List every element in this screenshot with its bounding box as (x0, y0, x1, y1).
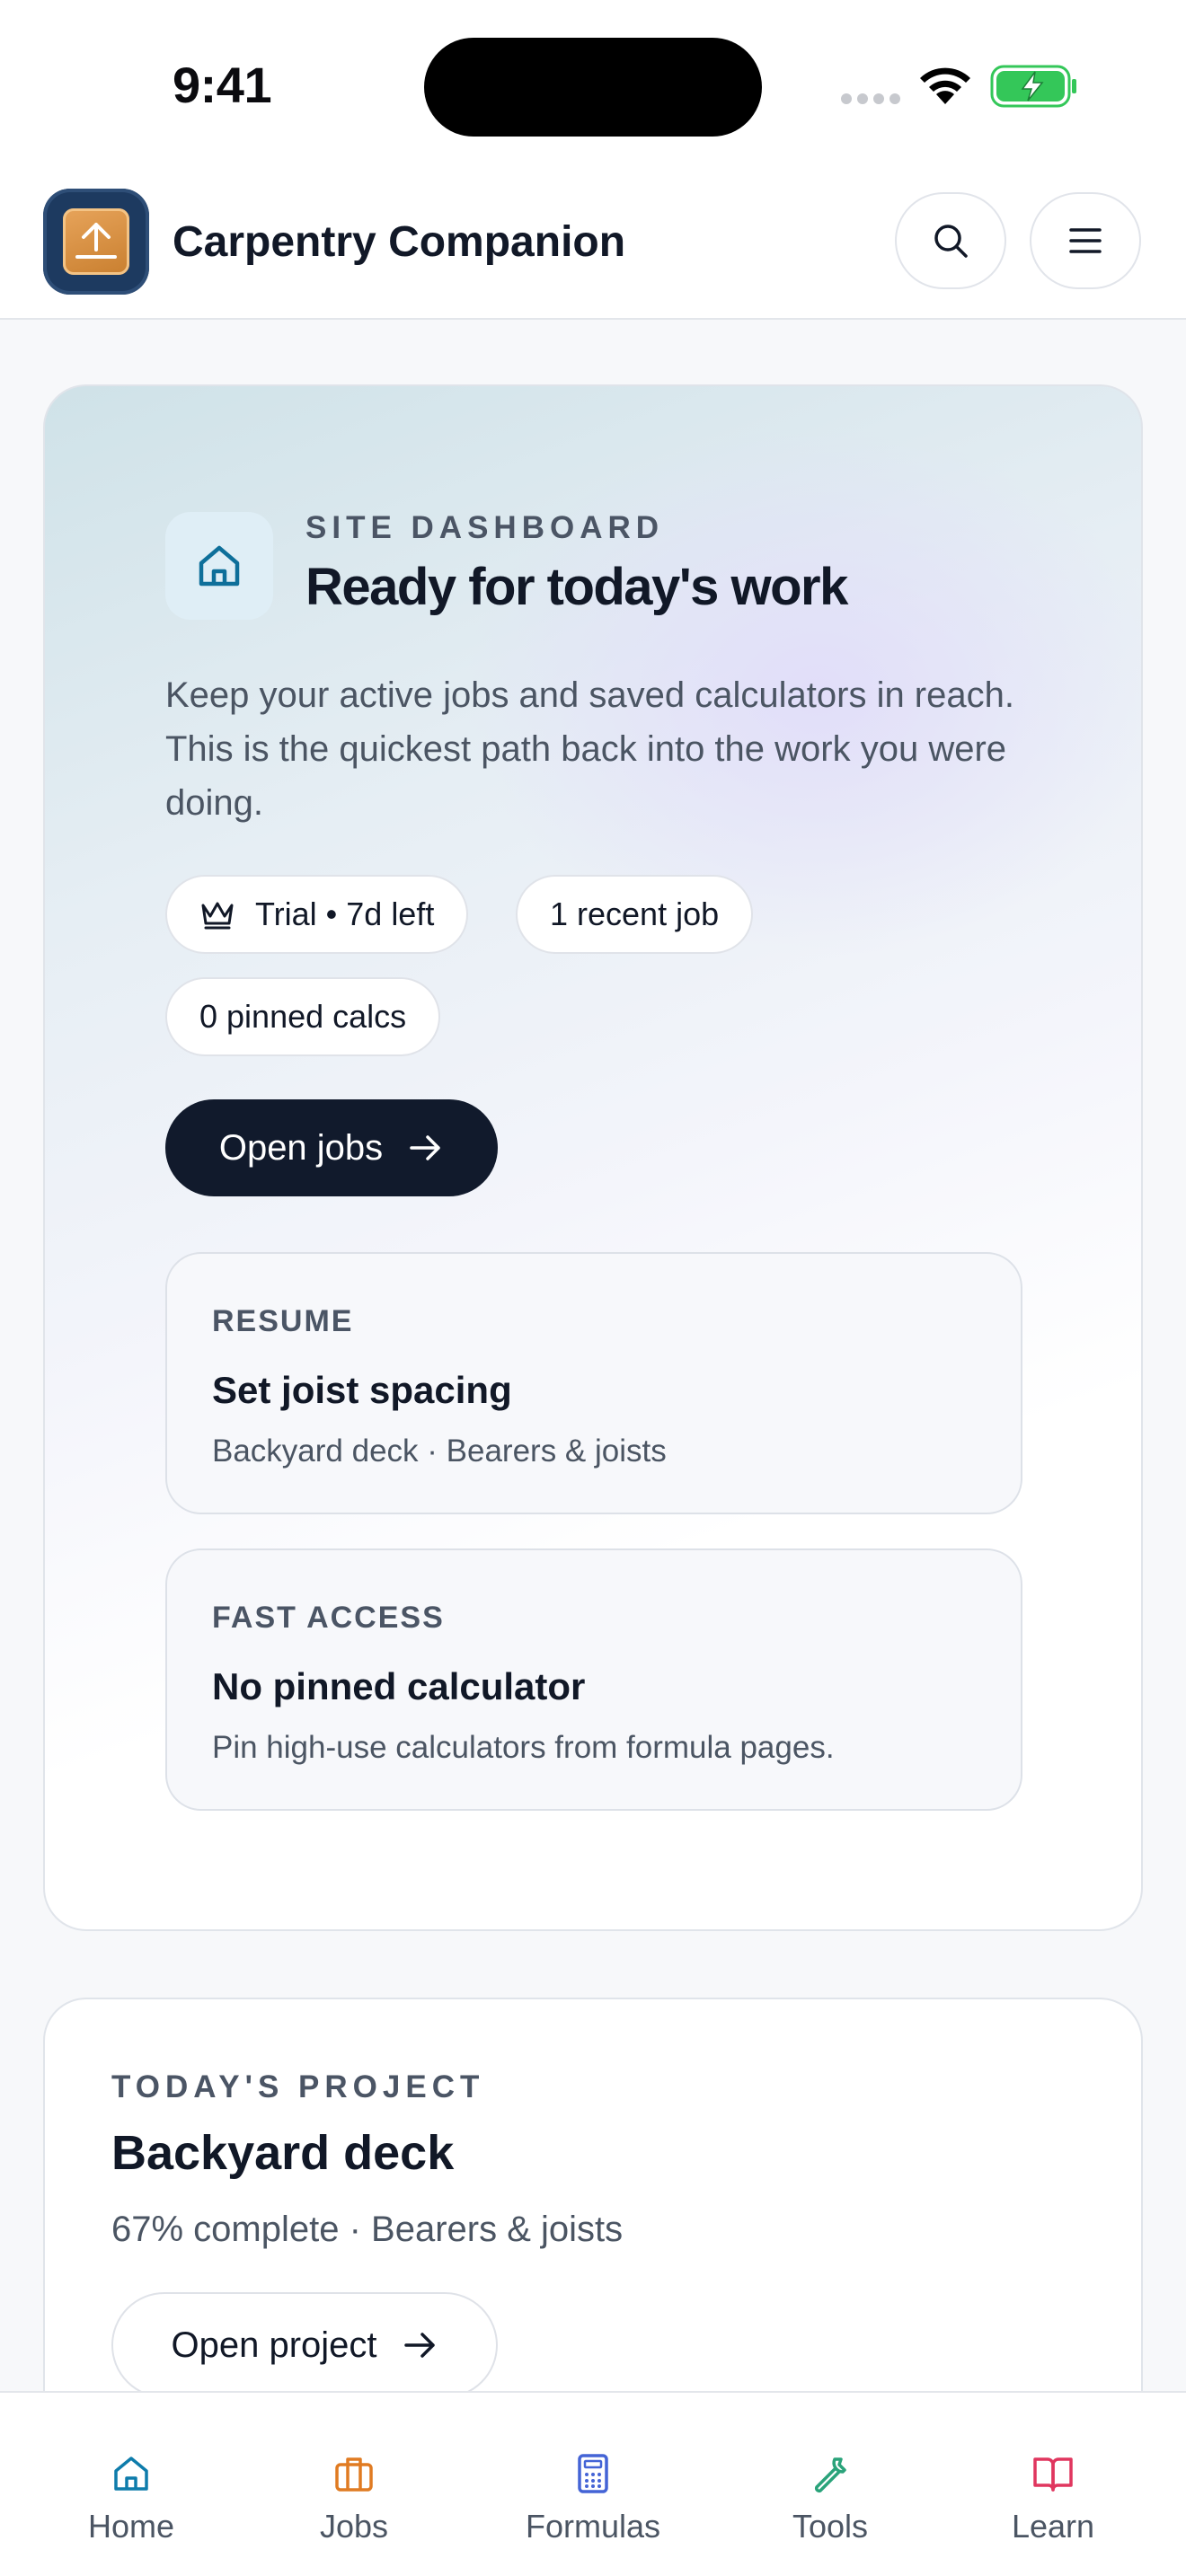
menu-icon (1069, 228, 1102, 253)
tab-tools-label: Tools (792, 2508, 869, 2545)
wrench-icon (814, 2457, 846, 2493)
fast-access-card[interactable]: FAST ACCESS No pinned calculator Pin hig… (165, 1548, 1022, 1811)
status-time: 9:41 (173, 57, 272, 113)
tab-tools[interactable]: Tools (712, 2452, 949, 2545)
trial-chip-label: Trial • 7d left (255, 895, 435, 932)
cellular-signal-icon (841, 93, 900, 104)
tab-home-label: Home (87, 2508, 175, 2545)
arrow-right-icon (410, 1135, 440, 1160)
tab-home[interactable]: Home (13, 2452, 250, 2545)
fast-access-subtitle: Pin high-use calculators from formula pa… (212, 1730, 835, 1765)
home-icon-badge (165, 512, 273, 620)
project-title: Backyard deck (111, 2126, 455, 2180)
pinned-calcs-chip-label: 0 pinned calcs (199, 998, 407, 1035)
home-icon (199, 545, 240, 587)
search-icon (934, 225, 968, 258)
tab-learn[interactable]: Learn (934, 2452, 1172, 2545)
open-project-label: Open project (171, 2325, 377, 2365)
status-bar: 9:41 (0, 0, 1186, 171)
wifi-icon (920, 67, 970, 104)
resume-card[interactable]: RESUME Set joist spacing Backyard deck ·… (165, 1252, 1022, 1514)
upload-icon (75, 223, 117, 259)
open-project-button[interactable]: Open project (111, 2292, 498, 2398)
fast-access-title: No pinned calculator (212, 1665, 586, 1707)
home-icon (114, 2457, 148, 2491)
pinned-calcs-chip[interactable]: 0 pinned calcs (165, 977, 441, 1056)
trial-chip[interactable]: Trial • 7d left (165, 875, 469, 954)
tab-formulas[interactable]: Formulas (474, 2452, 712, 2545)
tab-learn-label: Learn (1011, 2508, 1095, 2545)
site-dashboard-card: SITE DASHBOARD Ready for today's work Ke… (43, 384, 1143, 1931)
resume-subtitle: Backyard deck · Bearers & joists (212, 1434, 667, 1469)
menu-button[interactable] (1030, 192, 1141, 289)
open-jobs-button[interactable]: Open jobs (165, 1099, 498, 1196)
recent-jobs-chip-label: 1 recent job (550, 895, 720, 932)
open-jobs-label: Open jobs (218, 1127, 384, 1168)
resume-label: RESUME (212, 1304, 354, 1338)
recent-jobs-chip[interactable]: 1 recent job (516, 875, 754, 954)
dynamic-island (424, 38, 762, 137)
app-logo (43, 189, 149, 295)
hero-description: Keep your active jobs and saved calculat… (165, 675, 1014, 823)
arrow-right-icon (403, 2333, 435, 2358)
calculator-icon (578, 2454, 608, 2493)
app-title: Carpentry Companion (173, 218, 626, 266)
tab-jobs[interactable]: Jobs (235, 2452, 473, 2545)
hero-title: Ready for today's work (305, 558, 848, 616)
project-meta: 67% complete · Bearers & joists (111, 2210, 624, 2249)
crown-icon (199, 898, 235, 931)
app-header: Carpentry Companion (0, 171, 1186, 320)
bottom-tab-bar: Home Jobs Formulas Tools Learn (0, 2391, 1186, 2576)
briefcase-icon (335, 2457, 373, 2492)
book-open-icon (1033, 2457, 1073, 2492)
resume-title: Set joist spacing (212, 1369, 512, 1411)
tab-jobs-label: Jobs (319, 2508, 389, 2545)
search-button[interactable] (895, 192, 1006, 289)
battery-charging-icon (990, 65, 1076, 108)
tab-formulas-label: Formulas (525, 2508, 661, 2545)
section-eyebrow: SITE DASHBOARD (305, 510, 665, 545)
fast-access-label: FAST ACCESS (212, 1601, 445, 1635)
project-eyebrow: TODAY'S PROJECT (111, 2069, 485, 2104)
